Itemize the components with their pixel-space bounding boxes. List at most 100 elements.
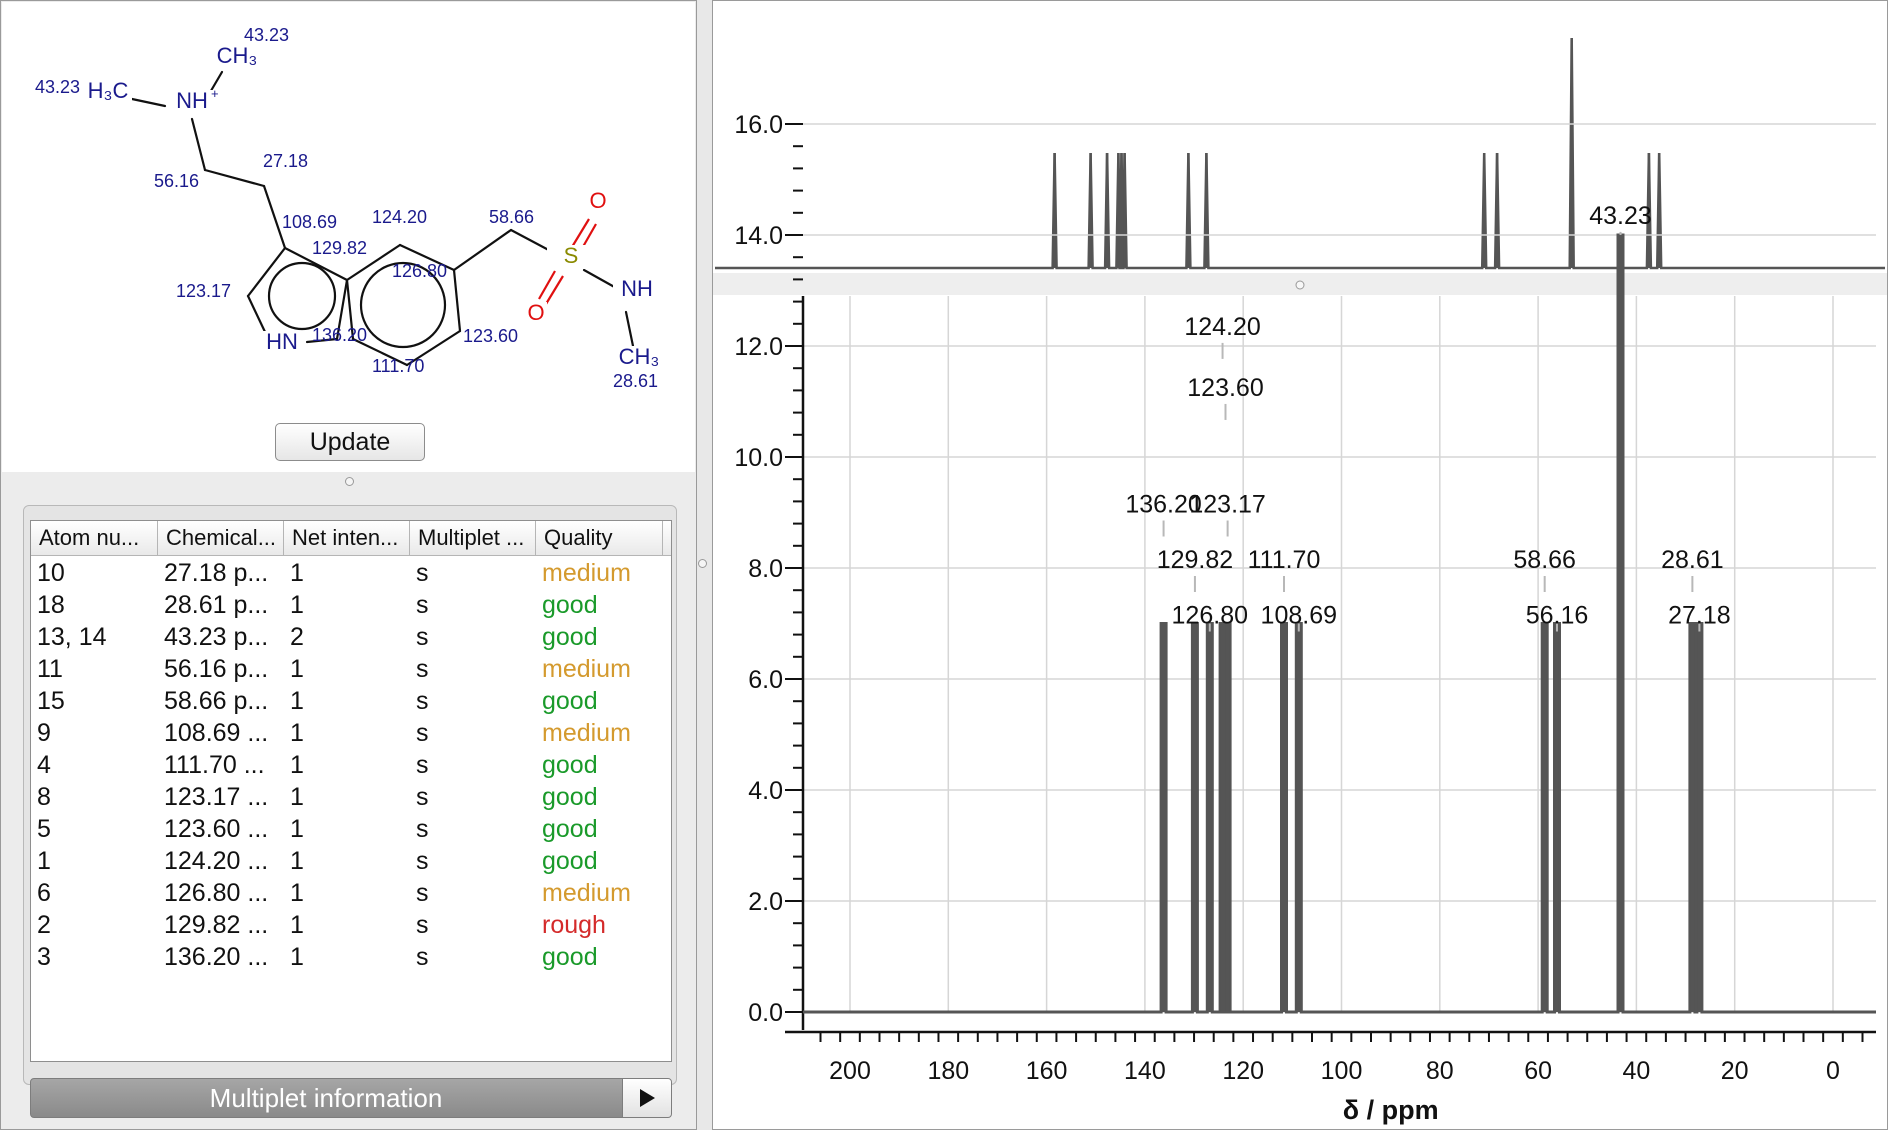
cell-multiplet: s — [416, 655, 429, 683]
atom-shift-label: 27.18 — [263, 151, 308, 171]
cell-atom-number: 15 — [37, 687, 65, 715]
column-header-shift[interactable]: Chemical... — [158, 521, 284, 555]
y-tick-label: 0.0 — [748, 999, 783, 1027]
cell-net-intensity: 1 — [290, 719, 304, 747]
atom-shift-label: 136.20 — [312, 325, 367, 345]
left-panel: NH + H₃C CH₃ HN S NH CH₃ O O 43.23 43.23 27.18 56.16… — [0, 0, 697, 1130]
table-row[interactable]: 9 108.69 ... 1 s medium — [31, 717, 671, 749]
atom-charge: + — [211, 86, 219, 101]
cell-quality: good — [542, 751, 598, 779]
atom-shift-label: 43.23 — [35, 77, 80, 97]
cell-multiplet: s — [416, 783, 429, 811]
table-row[interactable]: 1 124.20 ... 1 s good — [31, 845, 671, 877]
y-tick-label: 12.0 — [734, 333, 783, 361]
atom-shift-label: 123.17 — [176, 281, 231, 301]
table-header: Atom nu... Chemical... Net inten... Mult… — [31, 521, 671, 556]
table-row[interactable]: 2 129.82 ... 1 s rough — [31, 909, 671, 941]
cell-atom-number: 10 — [37, 559, 65, 587]
y-tick-label: 14.0 — [734, 222, 783, 250]
column-header-intensity[interactable]: Net inten... — [284, 521, 410, 555]
column-header-quality[interactable]: Quality — [536, 521, 663, 555]
table-row[interactable]: 4 111.70 ... 1 s good — [31, 749, 671, 781]
cell-quality: medium — [542, 879, 631, 907]
table-row[interactable]: 18 28.61 p... 1 s good — [31, 589, 671, 621]
spectrum-plot[interactable]: 0.02.04.06.08.010.012.014.016.0200 180 160… — [713, 1, 1887, 1129]
table-row[interactable]: 13, 14 43.23 p... 2 s good — [31, 621, 671, 653]
cell-quality: good — [542, 623, 598, 651]
cell-atom-number: 2 — [37, 911, 51, 939]
cell-chemical-shift: 58.66 p... — [164, 687, 269, 715]
x-tick-label: 140 — [1124, 1057, 1166, 1085]
cell-net-intensity: 1 — [290, 687, 304, 715]
column-header-atom[interactable]: Atom nu... — [31, 521, 158, 555]
molecule-viewer[interactable]: NH + H₃C CH₃ HN S NH CH₃ O O 43.23 43.23 27.18 56.16… — [2, 2, 695, 472]
splitter-handle[interactable] — [345, 477, 354, 486]
peak-label: 124.20 — [1184, 313, 1260, 341]
spectrum-panel[interactable]: 0.0 2.0 4.0 6.0 8.0 10.0 12.0 14.0 16.0 200 180 160… — [712, 0, 1888, 1130]
cell-chemical-shift: 28.61 p... — [164, 591, 269, 619]
bond — [582, 268, 620, 291]
column-header-multiplet[interactable]: Multiplet ... — [410, 521, 536, 555]
atom-label: NH — [176, 88, 208, 113]
atom-label: HN — [266, 329, 298, 354]
peak-label: 123.60 — [1187, 374, 1263, 402]
cell-atom-number: 3 — [37, 943, 51, 971]
table-row[interactable]: 10 27.18 p... 1 s medium — [31, 557, 671, 589]
bond — [246, 294, 268, 336]
atom-label: CH₃ — [217, 43, 258, 68]
table-row[interactable]: 5 123.60 ... 1 s good — [31, 813, 671, 845]
panel-splitter-handle[interactable] — [698, 559, 707, 568]
cell-quality: good — [542, 591, 598, 619]
cell-chemical-shift: 123.60 ... — [164, 815, 269, 843]
table-row[interactable]: 11 56.16 p... 1 s medium — [31, 653, 671, 685]
table-row[interactable]: 15 58.66 p... 1 s good — [31, 685, 671, 717]
table-row[interactable]: 3 136.20 ... 1 s good — [31, 941, 671, 973]
bond — [624, 310, 635, 348]
cell-multiplet: s — [416, 559, 429, 587]
atom-shift-label: 124.20 — [372, 207, 427, 227]
x-tick-label: 40 — [1622, 1057, 1650, 1085]
cell-net-intensity: 1 — [290, 911, 304, 939]
peak-label: 111.70 — [1248, 546, 1321, 574]
multiplet-info-bar[interactable]: Multiplet information — [30, 1078, 672, 1118]
cell-multiplet: s — [416, 623, 429, 651]
cell-multiplet: s — [416, 815, 429, 843]
x-tick-label: 120 — [1222, 1057, 1264, 1085]
atom-label: S — [564, 243, 579, 268]
cell-net-intensity: 1 — [290, 559, 304, 587]
cell-chemical-shift: 43.23 p... — [164, 623, 269, 651]
cell-chemical-shift: 129.82 ... — [164, 911, 269, 939]
bond — [130, 97, 167, 108]
atom-shift-label: 28.61 — [613, 371, 658, 391]
table-row[interactable]: 8 123.17 ... 1 s good — [31, 781, 671, 813]
x-tick-label: 0 — [1826, 1057, 1840, 1085]
cell-atom-number: 8 — [37, 783, 51, 811]
cell-quality: rough — [542, 911, 606, 939]
y-tick-label: 8.0 — [748, 555, 783, 583]
cell-chemical-shift: 56.16 p... — [164, 655, 269, 683]
cell-quality: medium — [542, 559, 631, 587]
y-tick-label: 4.0 — [748, 777, 783, 805]
overview-spectrum-trace — [715, 37, 1885, 270]
cell-multiplet: s — [416, 943, 429, 971]
cell-quality: medium — [542, 655, 631, 683]
atom-shift-label: 126.80 — [392, 261, 447, 281]
cell-multiplet: s — [416, 879, 429, 907]
cell-net-intensity: 1 — [290, 783, 304, 811]
peak-label: 27.18 — [1668, 602, 1731, 630]
cell-chemical-shift: 136.20 ... — [164, 943, 269, 971]
update-button[interactable]: Update — [275, 423, 425, 461]
atom-label: H₃C — [88, 78, 129, 103]
cell-chemical-shift: 126.80 ... — [164, 879, 269, 907]
y-tick-label: 6.0 — [748, 666, 783, 694]
table-row[interactable]: 6 126.80 ... 1 s medium — [31, 877, 671, 909]
peak-label: 126.80 — [1172, 602, 1248, 630]
expand-button[interactable] — [622, 1079, 671, 1117]
atom-shift-label: 56.16 — [154, 171, 199, 191]
cell-chemical-shift: 123.17 ... — [164, 783, 269, 811]
y-tick-label: 10.0 — [734, 444, 783, 472]
peak-label: 123.17 — [1189, 491, 1265, 519]
cell-quality: good — [542, 943, 598, 971]
cell-quality: good — [542, 847, 598, 875]
assignment-table[interactable]: Atom nu... Chemical... Net inten... Mult… — [30, 520, 672, 1062]
